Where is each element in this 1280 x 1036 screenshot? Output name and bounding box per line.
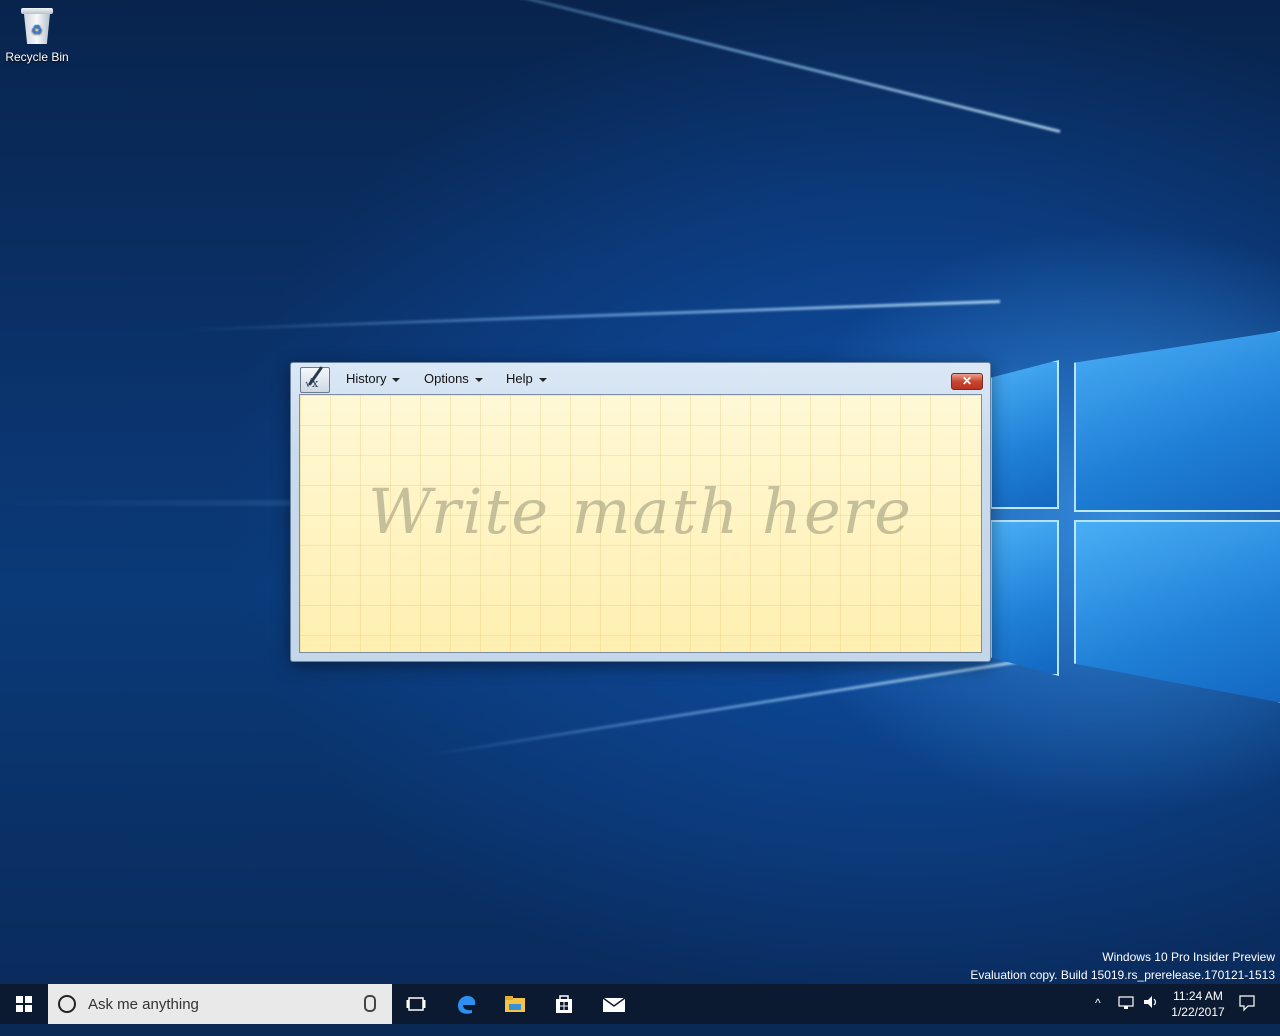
chevron-down-icon xyxy=(392,377,401,382)
edge-button[interactable] xyxy=(442,984,490,1024)
recycle-bin-shortcut[interactable]: ♻ Recycle Bin xyxy=(2,6,72,64)
logo-pane-right-top xyxy=(1074,330,1280,512)
menu-options[interactable]: Options xyxy=(424,371,483,386)
task-view-icon xyxy=(406,997,426,1011)
math-input-app-icon[interactable]: √x xyxy=(300,366,330,393)
clock-time: 11:24 AM xyxy=(1173,989,1223,1003)
taskbar: Ask me anything ^ 11:24 AM 1/22/2017 xyxy=(0,984,1280,1024)
writing-area[interactable]: Write math here xyxy=(299,394,982,653)
logo-pane-right-bottom xyxy=(1074,520,1280,704)
chevron-up-icon: ^ xyxy=(1095,996,1101,1010)
system-clock[interactable]: 11:24 AM 1/22/2017 xyxy=(1168,988,1228,1020)
menu-history[interactable]: History xyxy=(346,371,401,386)
task-view-button[interactable] xyxy=(392,984,440,1024)
menu-help[interactable]: Help xyxy=(506,371,547,386)
mail-button[interactable] xyxy=(590,984,638,1024)
cortana-icon xyxy=(58,995,76,1013)
volume-icon[interactable] xyxy=(1142,994,1160,1034)
watermark-build: Evaluation copy. Build 15019.rs_prerelea… xyxy=(970,968,1275,982)
clock-date: 1/22/2017 xyxy=(1171,1005,1225,1019)
show-hidden-icons-button[interactable]: ^ xyxy=(1095,996,1101,1036)
folder-icon xyxy=(505,996,525,1012)
windows-logo-wallpaper xyxy=(990,320,1280,710)
logo-pane-left-top xyxy=(990,360,1059,509)
logo-pane-left-bottom xyxy=(990,520,1059,676)
recycle-bin-icon: ♻ xyxy=(19,6,55,46)
mail-icon xyxy=(602,997,626,1012)
wallpaper-beam xyxy=(427,660,1021,757)
menu-help-label: Help xyxy=(506,371,533,386)
network-icon[interactable] xyxy=(1118,994,1134,1034)
close-button[interactable]: ✕ xyxy=(951,373,983,390)
file-explorer-button[interactable] xyxy=(491,984,539,1024)
chevron-down-icon xyxy=(474,377,483,382)
math-input-panel-window[interactable]: √x History Options Help ✕ Write math her… xyxy=(290,362,991,662)
store-icon xyxy=(556,995,572,1013)
menu-history-label: History xyxy=(346,371,387,386)
windows-start-icon xyxy=(16,996,32,1012)
watermark-edition: Windows 10 Pro Insider Preview xyxy=(1102,950,1275,964)
store-button[interactable] xyxy=(540,984,588,1024)
action-center-button[interactable] xyxy=(1238,994,1256,1034)
search-placeholder: Ask me anything xyxy=(88,995,199,1013)
wallpaper-beam xyxy=(322,0,1061,133)
close-icon: ✕ xyxy=(961,374,973,388)
desktop: ♻ Recycle Bin √x History Options Help ✕ … xyxy=(0,0,1280,984)
microphone-icon[interactable] xyxy=(364,995,376,1012)
recycle-bin-label: Recycle Bin xyxy=(5,50,69,64)
wallpaper-beam xyxy=(180,300,1001,332)
cortana-search-box[interactable]: Ask me anything xyxy=(48,984,392,1024)
start-button[interactable] xyxy=(0,984,48,1024)
menu-options-label: Options xyxy=(424,371,469,386)
chevron-down-icon xyxy=(538,377,547,382)
notification-icon xyxy=(1239,995,1255,1012)
writing-area-hint: Write math here xyxy=(368,475,913,548)
edge-icon xyxy=(458,995,476,1014)
